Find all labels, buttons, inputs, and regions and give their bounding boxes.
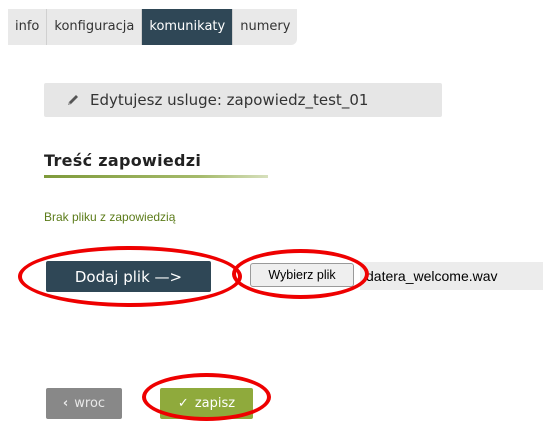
check-icon: ✓ [177, 396, 189, 411]
pencil-icon [68, 95, 78, 105]
back-button[interactable]: ‹ wroc [46, 388, 122, 419]
edit-service-banner: Edytujesz usluge: zapowiedz_test_01 [44, 83, 442, 117]
tab-info[interactable]: info [8, 9, 48, 45]
section-title: Treść zapowiedzi [44, 151, 202, 170]
tab-bar: info konfiguracja komunikaty numery [8, 9, 298, 45]
file-status-text: Brak pliku z zapowiedzią [44, 210, 176, 224]
tab-numery[interactable]: numery [233, 9, 298, 45]
section-underline [44, 175, 268, 178]
tab-komunikaty[interactable]: komunikaty [142, 9, 234, 45]
tab-konfiguracja[interactable]: konfiguracja [47, 9, 143, 45]
back-button-label: wroc [74, 396, 106, 411]
edit-service-text: Edytujesz usluge: zapowiedz_test_01 [90, 91, 369, 109]
save-button-label: zapisz [194, 396, 236, 411]
save-button[interactable]: ✓ zapisz [160, 388, 253, 419]
selected-file-name: datera_welcome.wav [360, 262, 543, 290]
choose-file-button[interactable]: Wybierz plik [250, 263, 354, 287]
add-file-button[interactable]: Dodaj plik —> [46, 261, 211, 292]
chevron-left-icon: ‹ [62, 396, 69, 411]
